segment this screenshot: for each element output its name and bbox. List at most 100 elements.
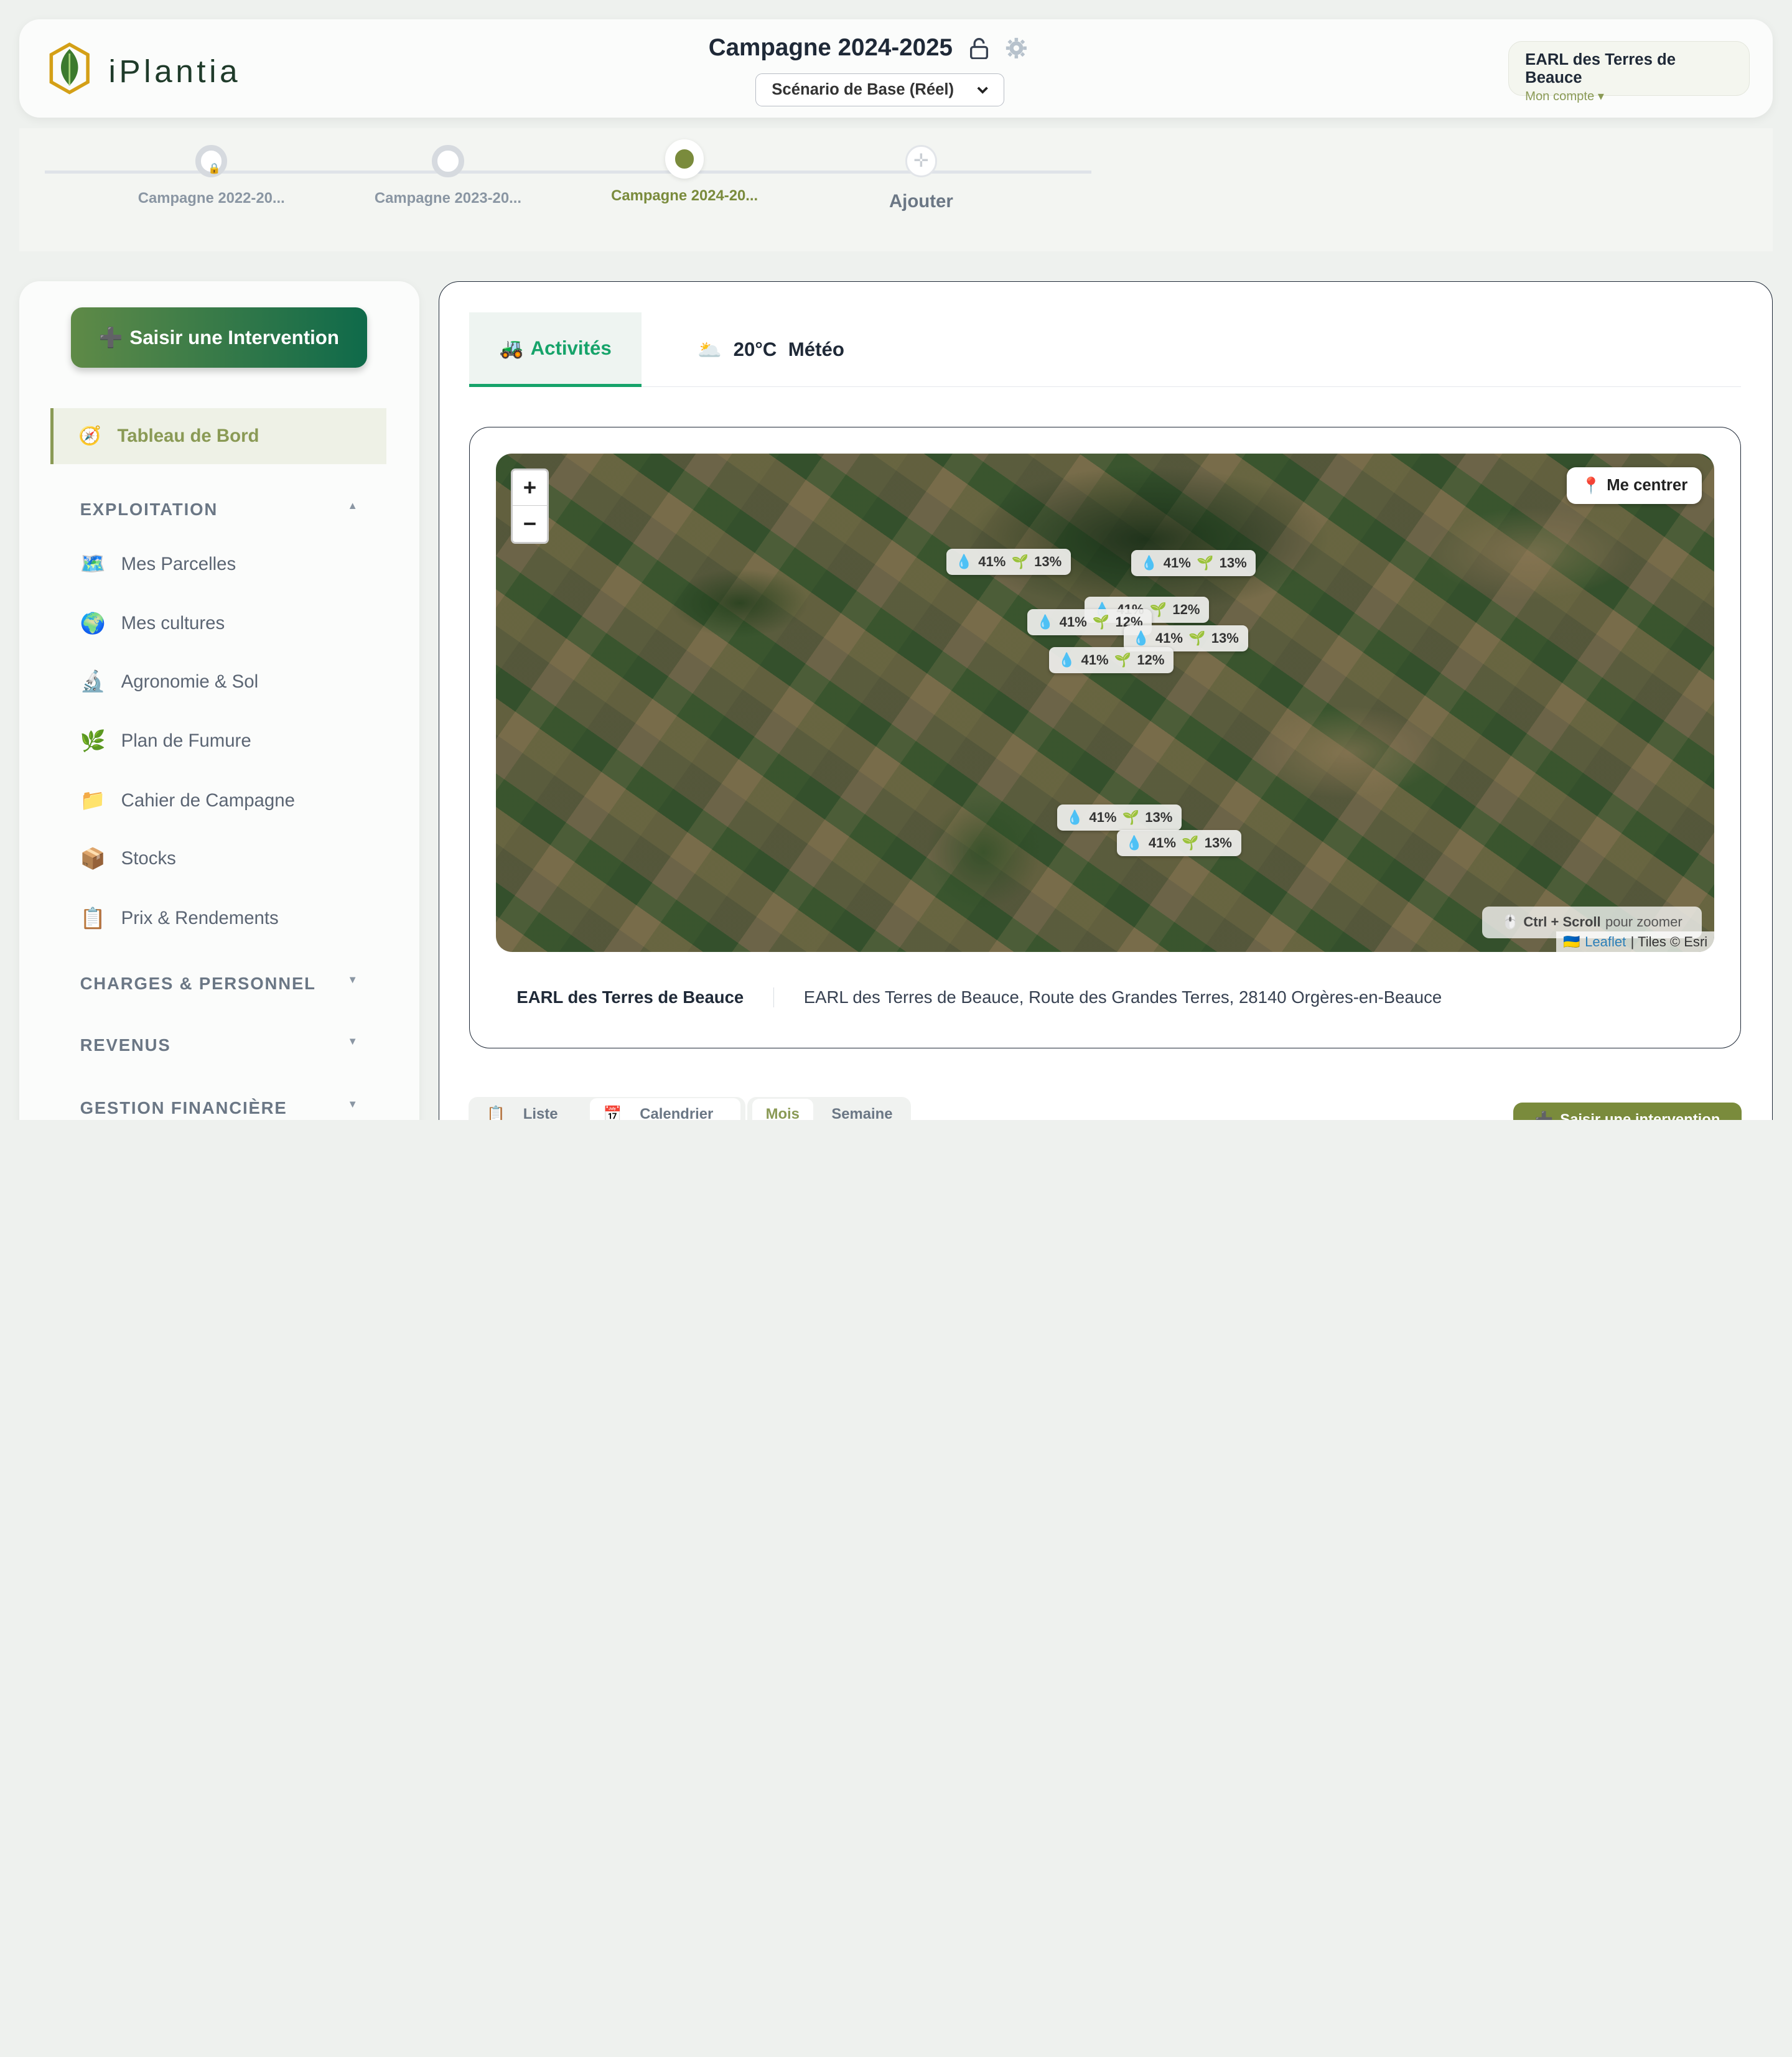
- mouse-icon: 🖱️: [1501, 914, 1519, 930]
- parcel-badge[interactable]: 💧 41% 🌱 12%: [1049, 646, 1174, 673]
- sprout-icon: 🌱: [1122, 809, 1140, 826]
- water-drop-icon: 💧: [955, 553, 973, 569]
- sidebar-item-prix[interactable]: 📋 Prix & Rendements: [80, 907, 279, 931]
- sidebar-item-fumure[interactable]: 🌿 Plan de Fumure: [80, 729, 251, 753]
- satellite-map[interactable]: + − 📍 Me centrer 💧41% 🌱13% 💧41% 🌱13% 💧41: [496, 454, 1715, 953]
- water-value: 41%: [1163, 554, 1191, 571]
- parcel-badge[interactable]: 💧 41% 🌱 13%: [1116, 829, 1241, 856]
- globe-icon: 🌍: [80, 612, 106, 635]
- view-calendar-button[interactable]: 📅 Calendrier: [589, 1098, 741, 1120]
- sprout-icon: 🌱: [1149, 602, 1167, 617]
- unlock-icon[interactable]: [969, 37, 989, 60]
- period-week-button[interactable]: Semaine: [818, 1099, 906, 1120]
- app-page: iPlantia Campagne 2024-2025 Scénario de …: [0, 0, 1792, 1120]
- section-label: EXPLOITATION: [80, 499, 218, 519]
- zoom-hint-keys: Ctrl + Scroll: [1523, 914, 1601, 930]
- water-value: 41%: [1155, 630, 1183, 646]
- herb-icon: 🌿: [80, 729, 106, 753]
- sidebar-item-label: Plan de Fumure: [121, 730, 251, 752]
- sidebar-item-label: Cahier de Campagne: [121, 790, 295, 811]
- view-toggle: 📋 Liste 📅 Calendrier: [469, 1097, 745, 1120]
- zoom-in-button[interactable]: +: [513, 470, 547, 506]
- sidebar-item-cahier[interactable]: 📁 Cahier de Campagne: [80, 788, 295, 813]
- gear-icon[interactable]: [1005, 37, 1028, 60]
- water-drop-icon: 💧: [1037, 614, 1054, 630]
- microscope-icon: 🔬: [80, 670, 106, 694]
- zoom-out-button[interactable]: −: [513, 506, 547, 541]
- section-charges[interactable]: CHARGES & PERSONNEL ▼: [80, 974, 359, 994]
- sprout-icon: 🌱: [1197, 554, 1214, 571]
- weather-temp: 20°C: [733, 338, 777, 361]
- zoom-control: + −: [511, 469, 549, 544]
- sprout-icon: 🌱: [1188, 630, 1206, 646]
- tab-activities[interactable]: 🚜 Activités: [469, 312, 642, 387]
- account-name: EARL des Terres de Beauce: [1525, 50, 1676, 86]
- water-value: 41%: [1089, 809, 1117, 826]
- logo-text: iPlantia: [108, 53, 241, 90]
- tab-label: Activités: [530, 337, 612, 359]
- parcel-badge[interactable]: 💧 41% 🌱 13%: [946, 548, 1071, 575]
- tab-weather[interactable]: 🌥️ 20°C Météo: [698, 312, 844, 386]
- flag-icon: 🇺🇦: [1563, 933, 1580, 949]
- parcel-badge[interactable]: 💧 41% 🌱 13%: [1131, 549, 1256, 576]
- water-value: 41%: [1148, 834, 1176, 851]
- view-calendar-label: Calendrier: [640, 1106, 714, 1120]
- map-icon: 🗺️: [80, 553, 106, 576]
- leaflet-link[interactable]: Leaflet: [1585, 934, 1626, 950]
- sprout-icon: 🌱: [1092, 614, 1110, 630]
- clipboard-icon: 📋: [80, 907, 106, 930]
- add-intervention-button[interactable]: ➕ Saisir une Intervention: [70, 307, 367, 368]
- step-label: Campagne 2023-20...: [374, 189, 521, 207]
- sidebar-item-label: Prix & Rendements: [121, 908, 279, 928]
- water-value: 41%: [1081, 651, 1109, 668]
- section-label: REVENUS: [80, 1035, 171, 1055]
- section-revenus[interactable]: REVENUS ▼: [80, 1035, 359, 1055]
- center-label: Me centrer: [1607, 477, 1688, 495]
- sidebar-item-label: Mes Parcelles: [121, 553, 236, 574]
- parcel-badge[interactable]: 💧 41% 🌱 13%: [1057, 805, 1182, 831]
- water-drop-icon: 💧: [1058, 651, 1076, 668]
- main-panel: 🚜 Activités 🌥️ 20°C Météo + − 📍 Me centr…: [439, 281, 1773, 1120]
- timeline-step-2023[interactable]: Campagne 2023-20...: [334, 145, 562, 207]
- view-list-button[interactable]: 📋 Liste: [473, 1098, 585, 1120]
- scenario-select[interactable]: Scénario de Base (Réel): [755, 73, 1005, 106]
- farm-address: EARL des Terres de Beauce, Route des Gra…: [803, 987, 1442, 1007]
- timeline-step-2022[interactable]: 🔒 Campagne 2022-20...: [97, 145, 325, 207]
- add-intervention-button-secondary[interactable]: ➕ Saisir une intervention: [1513, 1103, 1742, 1120]
- water-drop-icon: 💧: [1066, 809, 1084, 826]
- campaign-timeline: 🔒 Campagne 2022-20... Campagne 2023-20..…: [19, 128, 1773, 252]
- view-list-label: Liste: [523, 1106, 558, 1120]
- account-dropdown-label: Mon compte ▾: [1525, 89, 1604, 103]
- top-header: iPlantia Campagne 2024-2025 Scénario de …: [19, 19, 1773, 118]
- map-terrain: [964, 465, 1331, 614]
- chevron-down-icon: [977, 81, 988, 99]
- timeline-step-2024[interactable]: Campagne 2024-20...: [571, 139, 799, 205]
- growth-value: 12%: [1137, 651, 1165, 668]
- center-me-button[interactable]: 📍 Me centrer: [1567, 467, 1702, 505]
- growth-value: 13%: [1211, 630, 1239, 646]
- section-label: CHARGES & PERSONNEL: [80, 973, 316, 993]
- section-gestion[interactable]: GESTION FINANCIÈRE ▼: [80, 1098, 359, 1118]
- period-month-button[interactable]: Mois: [752, 1098, 813, 1120]
- zoom-hint-text: pour zoomer: [1605, 914, 1682, 930]
- tractor-icon: 🚜: [499, 337, 524, 360]
- section-exploitation[interactable]: EXPLOITATION ▲: [80, 500, 359, 520]
- sprout-icon: 🌱: [1114, 651, 1132, 668]
- sidebar-item-parcelles[interactable]: 🗺️ Mes Parcelles: [80, 552, 236, 576]
- farm-info: EARL des Terres de Beauce EARL des Terre…: [516, 987, 1442, 1008]
- sprout-icon: 🌱: [1182, 834, 1199, 851]
- scenario-selected-value: Scénario de Base (Réel): [772, 80, 954, 98]
- sidebar-item-agronomie[interactable]: 🔬 Agronomie & Sol: [80, 669, 259, 694]
- logo[interactable]: iPlantia: [47, 40, 241, 102]
- compass-icon: 🧭: [78, 425, 101, 446]
- timeline-step-add[interactable]: ✛ Ajouter: [807, 145, 1035, 212]
- sidebar-item-stocks[interactable]: 📦 Stocks: [80, 847, 176, 871]
- sidebar-item-dashboard[interactable]: 🧭 Tableau de Bord: [50, 408, 386, 464]
- period-toggle: Mois Semaine: [747, 1097, 911, 1120]
- step-label: Ajouter: [889, 190, 953, 212]
- account-menu[interactable]: EARL des Terres de Beauce Mon compte ▾: [1508, 41, 1750, 103]
- step-label: Campagne 2022-20...: [138, 189, 285, 207]
- campaign-header: Campagne 2024-2025: [709, 34, 1028, 62]
- sidebar-item-label: Mes cultures: [121, 613, 225, 634]
- sidebar-item-cultures[interactable]: 🌍 Mes cultures: [80, 612, 225, 636]
